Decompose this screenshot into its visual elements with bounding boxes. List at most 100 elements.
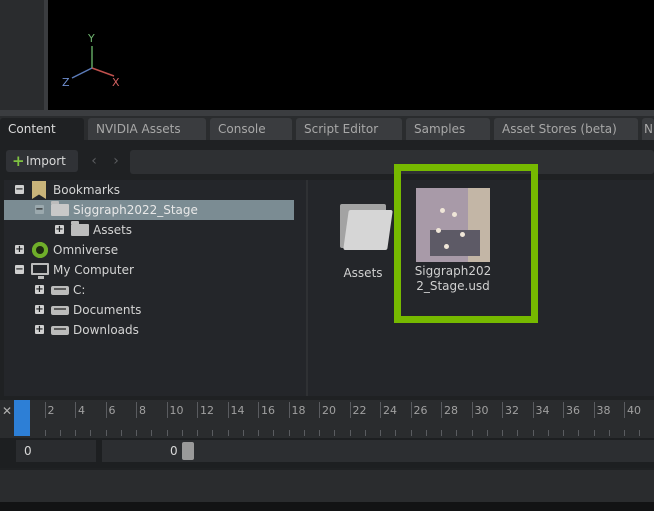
tick-minor	[288, 430, 290, 436]
axis-z-label: Z	[62, 76, 70, 89]
collapse-icon[interactable]: −	[15, 265, 24, 275]
tick-label: 20	[322, 404, 336, 417]
forward-button[interactable]: ›	[108, 151, 124, 171]
back-button[interactable]: ‹	[86, 151, 102, 171]
tick-minor	[59, 430, 61, 436]
tick-minor	[258, 430, 259, 436]
axis-y-label: Y	[88, 32, 95, 45]
tick-label: 28	[444, 404, 458, 417]
tree-item-c-drive[interactable]: + C:	[4, 280, 294, 300]
tick-label: 10	[169, 404, 184, 417]
current-frame-field[interactable]: 0	[16, 440, 96, 462]
highlight-box	[394, 164, 538, 323]
tree-item-downloads[interactable]: + Downloads	[4, 320, 294, 340]
tick-major	[349, 402, 351, 418]
computer-icon	[31, 263, 49, 279]
tree-item-label: C:	[73, 283, 86, 297]
tab-overflow[interactable]: N	[642, 118, 654, 140]
window-bottom-edge	[0, 502, 654, 511]
tree-item-my-computer[interactable]: − My Computer	[4, 260, 294, 280]
tick-minor	[624, 430, 625, 436]
tab-nvidia-assets[interactable]: NVIDIA Assets	[88, 118, 206, 140]
close-icon[interactable]: ✕	[2, 404, 12, 418]
tick-label: 30	[474, 404, 489, 417]
left-toolbar-strip	[0, 0, 44, 114]
expand-icon[interactable]: +	[35, 285, 44, 295]
tick-minor	[181, 430, 183, 436]
tab-samples[interactable]: Samples	[406, 118, 490, 140]
folder-tree: − Bookmarks − Siggraph2022_Stage + Asset…	[4, 180, 308, 396]
tick-major	[197, 402, 198, 418]
tick-minor	[441, 430, 442, 436]
playhead[interactable]	[14, 400, 30, 436]
tick-major	[319, 402, 320, 418]
tick-major	[441, 402, 442, 418]
tick-major	[410, 402, 412, 418]
tab-content[interactable]: Content	[0, 118, 84, 140]
tick-minor	[242, 430, 244, 436]
status-bar	[0, 470, 654, 502]
tick-minor	[44, 430, 46, 436]
tab-asset-stores[interactable]: Asset Stores (beta)	[494, 118, 638, 140]
expand-icon[interactable]: +	[35, 325, 44, 335]
tick-label: 32	[505, 404, 519, 417]
tree-item-label: Downloads	[73, 323, 139, 337]
folder-icon	[51, 201, 69, 216]
tick-minor	[319, 430, 320, 436]
tab-script-editor[interactable]: Script Editor	[296, 118, 402, 140]
tick-minor	[120, 430, 122, 436]
tick-minor	[151, 430, 153, 436]
tick-major	[563, 402, 564, 418]
tick-label: 22	[352, 404, 367, 417]
tick-minor	[349, 430, 351, 436]
path-input[interactable]	[130, 150, 654, 174]
tree-item-siggraph-stage[interactable]: − Siggraph2022_Stage	[4, 200, 294, 220]
timeline[interactable]: 0246810121416182022242628303234363840	[0, 400, 654, 438]
tick-minor	[547, 430, 549, 436]
tree-item-documents[interactable]: + Documents	[4, 300, 294, 320]
expand-icon[interactable]: +	[15, 245, 24, 255]
collapse-icon[interactable]: −	[35, 205, 44, 215]
frame-slider[interactable]: 0	[102, 440, 654, 462]
tick-minor	[563, 430, 564, 436]
tick-label: 24	[383, 404, 397, 417]
tree-item-assets[interactable]: + Assets	[4, 220, 294, 240]
tree-item-bookmarks[interactable]: − Bookmarks	[4, 180, 294, 200]
tick-minor	[212, 430, 214, 436]
tick-major	[105, 402, 107, 418]
tick-label: 16	[261, 404, 275, 417]
grid-item-assets-folder[interactable]: Assets	[332, 200, 402, 286]
tick-minor	[227, 430, 229, 436]
import-button[interactable]: + Import	[6, 150, 78, 172]
tick-minor	[608, 430, 610, 436]
tick-minor	[471, 430, 473, 436]
tick-label: 14	[230, 404, 245, 417]
frame-controls: 0 0	[0, 438, 654, 468]
import-label: Import	[26, 154, 66, 168]
grid-item-label: Assets	[343, 266, 383, 280]
expand-icon[interactable]: +	[55, 225, 64, 235]
tree-item-label: Omniverse	[53, 243, 119, 257]
tab-console[interactable]: Console	[210, 118, 292, 140]
tick-major	[44, 402, 46, 418]
tree-item-omniverse[interactable]: + Omniverse	[4, 240, 294, 260]
tick-minor	[395, 430, 397, 436]
tick-major	[471, 402, 473, 418]
timeline-ruler[interactable]: 0246810121416182022242628303234363840	[14, 400, 654, 438]
axis-gizmo	[71, 46, 115, 79]
tick-major	[502, 402, 503, 418]
collapse-icon[interactable]: −	[15, 185, 24, 195]
tick-minor	[578, 430, 580, 436]
tick-minor	[105, 430, 107, 436]
slider-handle[interactable]	[182, 442, 194, 460]
plus-icon: +	[12, 152, 25, 170]
viewport[interactable]: Y X Z	[48, 0, 654, 110]
drive-icon	[51, 306, 69, 315]
tick-label: 40	[627, 404, 641, 417]
tree-item-label: Siggraph2022_Stage	[73, 203, 198, 217]
expand-icon[interactable]: +	[35, 305, 44, 315]
tick-major	[532, 402, 534, 418]
tick-label: 2	[47, 404, 55, 417]
tick-minor	[532, 430, 534, 436]
tree-item-label: Assets	[93, 223, 133, 237]
